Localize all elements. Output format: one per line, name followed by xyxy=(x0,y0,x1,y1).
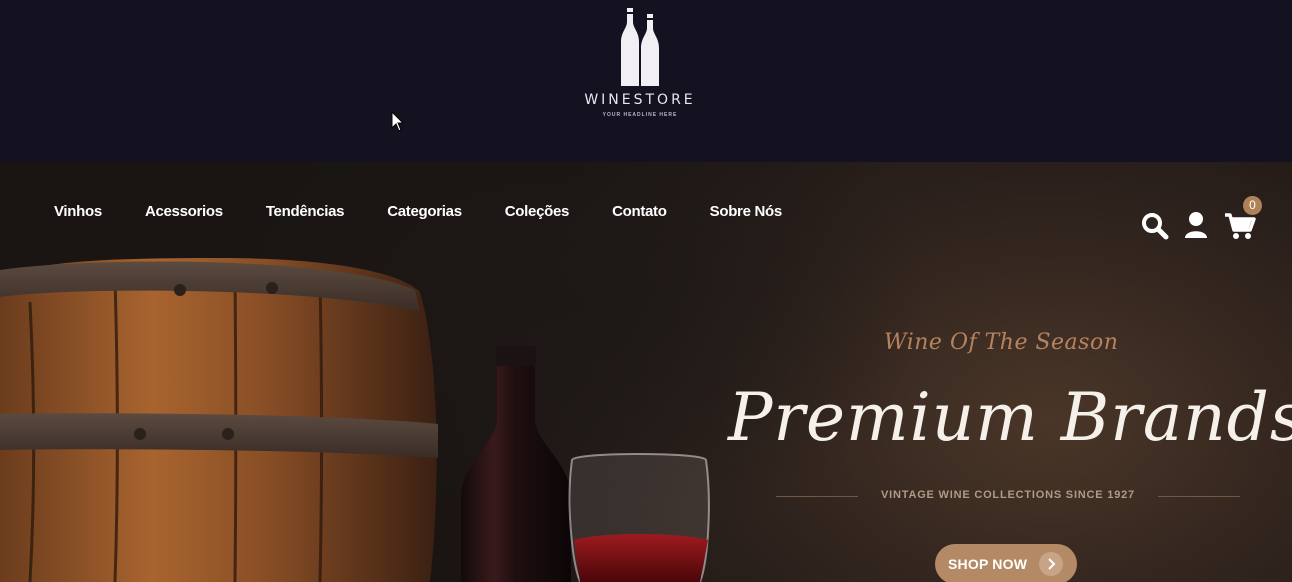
hero-script-title: Wine Of The Season xyxy=(884,330,1119,355)
cart-icon[interactable] xyxy=(1224,212,1256,240)
wine-bottles-icon xyxy=(621,8,659,86)
main-navigation: Vinhos Acessorios Tendências Categorias … xyxy=(54,200,825,224)
hero-banner: Vinhos Acessorios Tendências Categorias … xyxy=(0,162,1292,582)
site-header: WINESTORE YOUR HEADLINE HERE xyxy=(0,0,1292,162)
shop-now-button[interactable]: SHOP NOW xyxy=(935,544,1077,582)
divider-left xyxy=(776,496,858,497)
nav-item-colecoes[interactable]: Coleções xyxy=(505,200,570,224)
cart-count-badge: 0 xyxy=(1243,196,1262,215)
logo-name: WINESTORE xyxy=(584,92,696,108)
nav-item-acessorios[interactable]: Acessorios xyxy=(145,200,223,224)
user-icon[interactable] xyxy=(1184,211,1208,239)
hero-title: Premium Brands xyxy=(728,379,1292,456)
hero-subtitle: VINTAGE WINE COLLECTIONS SINCE 1927 xyxy=(881,489,1135,501)
nav-item-contato[interactable]: Contato xyxy=(612,200,667,224)
header-actions xyxy=(1140,206,1260,246)
shop-now-label: SHOP NOW xyxy=(948,556,1028,572)
logo-tagline: YOUR HEADLINE HERE xyxy=(602,112,678,118)
divider-right xyxy=(1158,496,1240,497)
nav-item-tendencias[interactable]: Tendências xyxy=(266,200,345,224)
nav-item-categorias[interactable]: Categorias xyxy=(387,200,462,224)
nav-item-vinhos[interactable]: Vinhos xyxy=(54,200,102,224)
hero-image xyxy=(0,258,710,582)
mouse-cursor-icon xyxy=(391,111,405,132)
site-logo[interactable]: WINESTORE YOUR HEADLINE HERE xyxy=(578,8,702,128)
chevron-right-icon xyxy=(1039,552,1063,576)
search-icon[interactable] xyxy=(1141,212,1169,240)
nav-item-sobre-nos[interactable]: Sobre Nós xyxy=(710,200,783,224)
